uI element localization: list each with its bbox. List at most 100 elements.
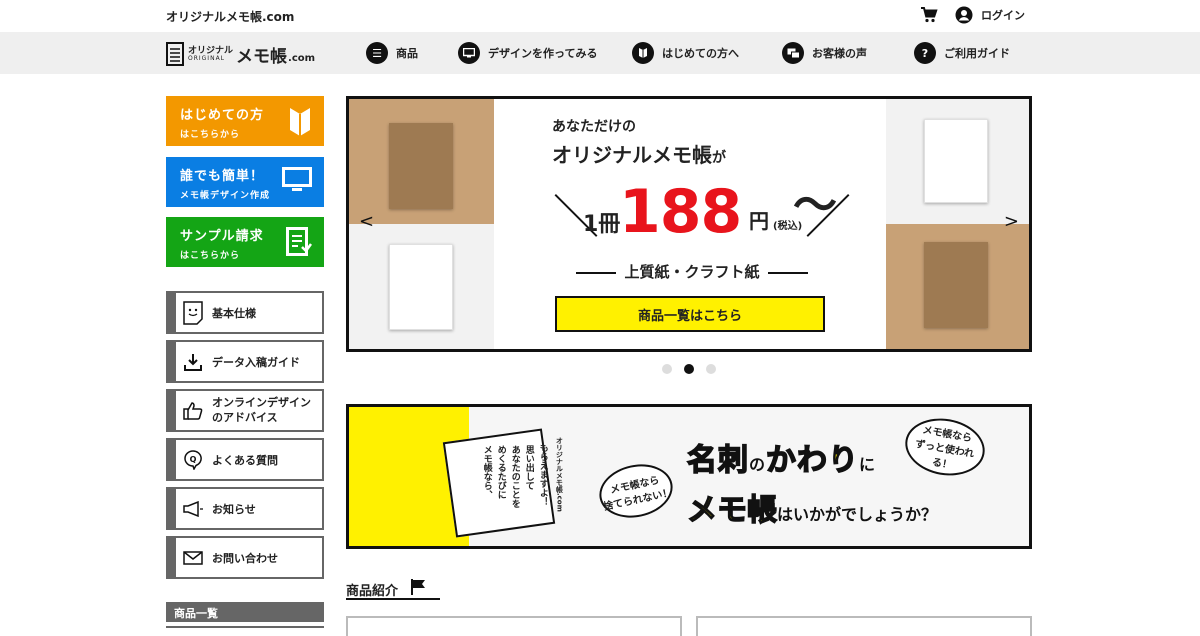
chat-icon xyxy=(782,42,804,64)
flag-icon xyxy=(410,578,426,600)
kraft-memo-pad xyxy=(389,123,453,209)
logo-suffix: .com xyxy=(288,52,316,64)
q-bubble-icon: Q xyxy=(182,449,204,470)
slider-line2: オリジナルメモ帳が xyxy=(552,139,726,168)
top-bar: オリジナルメモ帳.com ログイン xyxy=(0,0,1200,32)
bubble-right: メモ帳なら ずっと使われる！ xyxy=(900,412,990,482)
kraft-photo xyxy=(886,224,1029,349)
kraft-photo xyxy=(349,99,494,224)
download-icon xyxy=(182,353,204,371)
prev-arrow-icon[interactable]: < xyxy=(359,211,374,232)
products-heading: 商品一覧 xyxy=(166,602,324,622)
divider xyxy=(166,626,324,628)
paper-types-label: 上質紙・クラフト紙 xyxy=(624,263,760,281)
menu-basic-specs[interactable]: 基本仕様 xyxy=(166,291,324,334)
banner-vertical-text: メモ帳なら、 xyxy=(481,445,492,499)
menu-contact[interactable]: お問い合わせ xyxy=(166,536,324,579)
menu-label: お知らせ xyxy=(212,502,256,516)
headline-part: に xyxy=(859,455,877,474)
memo-instead-of-card-banner[interactable]: もらえますよ！ 思い出して あなたのことを めくるたびに メモ帳なら、 オリジナ… xyxy=(346,404,1032,549)
thumbs-up-icon xyxy=(182,401,204,420)
product-card[interactable] xyxy=(696,616,1032,636)
card-brand: オリジナルメモ帳.com xyxy=(555,437,564,512)
white-photo xyxy=(886,99,1029,224)
product-card[interactable] xyxy=(346,616,682,636)
nav-item-voices[interactable]: お客様の声 xyxy=(782,42,867,64)
site-url[interactable]: オリジナルメモ帳.com xyxy=(166,8,294,25)
headline-part: メモ帳 xyxy=(686,492,778,529)
svg-text:Q: Q xyxy=(190,455,197,464)
product-list-button[interactable]: 商品一覧はこちら xyxy=(555,296,825,332)
menu-online-design-advice[interactable]: オンラインデザイン のアドバイス xyxy=(166,389,324,432)
site-logo[interactable]: オリジナル ORIGINAL メモ帳 .com xyxy=(166,41,315,67)
nav-item-guide[interactable]: ? ご利用ガイド xyxy=(914,42,1010,64)
slider-line1: あなただけの xyxy=(552,119,636,135)
white-memo-pad xyxy=(389,244,453,330)
headline-part: かわり xyxy=(765,442,860,479)
kraft-memo-pad xyxy=(924,242,988,328)
slider-dot[interactable] xyxy=(706,364,716,374)
memo-face-icon xyxy=(182,300,204,325)
slider-dot[interactable] xyxy=(684,364,694,374)
slider-line2-suffix: が xyxy=(712,150,726,166)
hero-slider[interactable]: あなただけの オリジナルメモ帳が ＼ 1冊 188 円 (税込) 〜 ／ 上質紙… xyxy=(346,96,1032,352)
nav-label: ご利用ガイド xyxy=(944,47,1010,60)
price-currency: 円 xyxy=(749,209,769,233)
headline-part: 名刺 xyxy=(686,442,749,479)
beginner-icon xyxy=(632,42,654,64)
logo-line2: ORIGINAL xyxy=(188,54,226,62)
slider-dot[interactable] xyxy=(662,364,672,374)
megaphone-icon xyxy=(182,500,204,517)
logo-main: メモ帳 xyxy=(236,46,288,67)
banner-vertical-text: あなたのことを xyxy=(509,445,520,508)
right-slash-icon: ／ xyxy=(805,190,851,244)
cta-sample-request[interactable]: サンプル請求 はこちらから xyxy=(166,217,324,267)
document-icon xyxy=(286,227,313,261)
headline-part: はいかがでしょうか？ xyxy=(777,505,938,524)
bubble-left: メモ帳なら 捨てられない！ xyxy=(594,457,678,525)
next-arrow-icon[interactable]: > xyxy=(1004,211,1019,232)
cta-easy-design[interactable]: 誰でも簡単！ メモ帳デザイン作成 xyxy=(166,157,324,207)
main-navbar: オリジナル ORIGINAL メモ帳 .com ☰ 商品 デザインを作ってみる … xyxy=(0,32,1200,74)
nav-item-design[interactable]: デザインを作ってみる xyxy=(458,42,597,64)
cta-beginners[interactable]: はじめての方 はこちらから xyxy=(166,96,324,146)
banner-headline: 名刺のかわりに xyxy=(686,435,877,479)
section-title-label: 商品紹介 xyxy=(346,583,399,599)
price-block: ＼ 1冊 188 円 (税込) 〜 ／ xyxy=(553,177,851,249)
cart-icon[interactable] xyxy=(920,6,938,28)
headline-part: の xyxy=(749,455,767,474)
slider-pagination xyxy=(662,364,728,374)
banner-vertical-text: もらえますよ！ xyxy=(537,443,548,506)
nav-item-beginners[interactable]: はじめての方へ xyxy=(632,42,739,64)
menu-data-guide[interactable]: データ入稿ガイド xyxy=(166,340,324,383)
price-value: 188 xyxy=(619,177,742,247)
slider-line2-main: オリジナルメモ帳 xyxy=(552,143,712,167)
login-link[interactable]: ログイン xyxy=(981,7,1025,23)
menu-label: オンラインデザイン のアドバイス xyxy=(212,396,311,424)
section-title: 商品紹介 xyxy=(346,578,426,600)
monitor-icon xyxy=(458,42,480,64)
user-icon[interactable] xyxy=(955,6,973,28)
menu-label: 基本仕様 xyxy=(212,306,256,320)
menu-news[interactable]: お知らせ xyxy=(166,487,324,530)
divider xyxy=(346,598,440,600)
monitor-icon xyxy=(282,167,312,197)
memo-pad-icon xyxy=(166,42,184,66)
menu-faq[interactable]: Q よくある質問 xyxy=(166,438,324,481)
banner-headline-2: メモ帳はいかがでしょうか？ xyxy=(686,485,938,529)
nav-item-products[interactable]: ☰ 商品 xyxy=(366,42,418,64)
nav-label: お客様の声 xyxy=(812,47,867,60)
beginner-mark-icon xyxy=(288,106,312,142)
nav-label: デザインを作ってみる xyxy=(488,47,598,60)
divider xyxy=(576,271,617,274)
white-memo-pad xyxy=(924,119,988,203)
nav-label: 商品 xyxy=(396,47,418,60)
paper-types: 上質紙・クラフト紙 xyxy=(557,261,827,282)
white-photo xyxy=(349,224,494,349)
menu-label: データ入稿ガイド xyxy=(212,355,300,369)
banner-vertical-text: めくるたびに xyxy=(495,445,506,499)
list-icon: ☰ xyxy=(366,42,388,64)
banner-vertical-text: 思い出して xyxy=(523,445,534,490)
menu-label: お問い合わせ xyxy=(212,551,278,565)
mail-icon xyxy=(182,550,204,565)
